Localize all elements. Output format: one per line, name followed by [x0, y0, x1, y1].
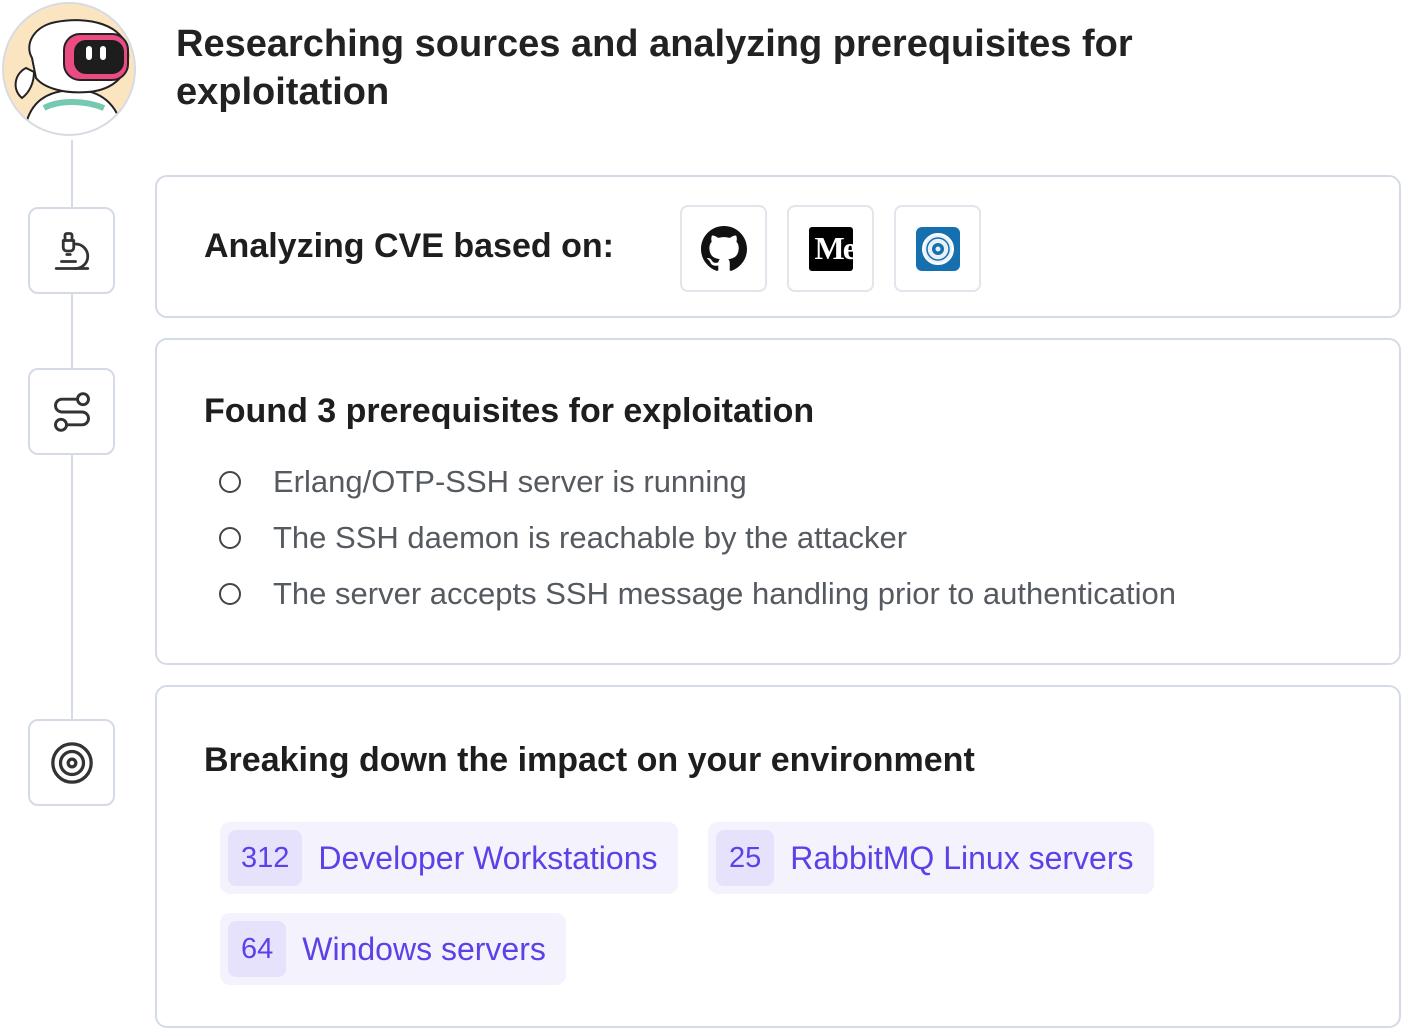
prerequisite-item: The SSH daemon is reachable by the attac… [219, 520, 907, 556]
prerequisites-heading: Found 3 prerequisites for exploitation [204, 392, 815, 430]
medium-icon: Me [808, 226, 853, 271]
impact-label: Developer Workstations [318, 839, 658, 876]
impact-count: 312 [228, 830, 303, 886]
impact-count: 64 [228, 921, 287, 977]
github-icon [700, 225, 747, 271]
empty-circle-icon [219, 471, 241, 493]
robot-mascot-icon [4, 4, 134, 134]
impact-heading: Breaking down the impact on your environ… [204, 741, 975, 779]
step-analyze-icon-box [28, 207, 115, 294]
prerequisites-card: Found 3 prerequisites for exploitation E… [155, 338, 1401, 665]
prerequisite-text: Erlang/OTP-SSH server is running [273, 464, 747, 499]
source-cve[interactable] [894, 205, 981, 292]
agent-avatar [2, 2, 136, 136]
target-icon [50, 741, 93, 784]
cve-seal-icon [915, 226, 960, 271]
impact-chip-developer-workstations[interactable]: 312 Developer Workstations [220, 822, 678, 894]
empty-circle-icon [219, 583, 241, 605]
medium-glyph: Me [814, 230, 853, 266]
prerequisite-item: Erlang/OTP-SSH server is running [219, 464, 747, 500]
source-github[interactable] [680, 205, 767, 292]
step-prerequisites-icon-box [28, 368, 115, 455]
impact-card: Breaking down the impact on your environ… [155, 685, 1401, 1028]
impact-label: Windows servers [302, 930, 546, 967]
empty-circle-icon [219, 527, 241, 549]
route-icon [53, 391, 90, 432]
impact-chip-windows-servers[interactable]: 64 Windows servers [220, 913, 566, 985]
analyze-card: Analyzing CVE based on: Me [155, 175, 1401, 318]
impact-label: RabbitMQ Linux servers [790, 839, 1134, 876]
step-impact-icon-box [28, 719, 115, 806]
page-title: Researching sources and analyzing prereq… [176, 23, 1133, 113]
prerequisite-item: The server accepts SSH message handling … [219, 576, 1176, 612]
analyze-heading: Analyzing CVE based on: [204, 227, 614, 265]
prerequisite-text: The SSH daemon is reachable by the attac… [273, 520, 908, 555]
microscope-icon [54, 231, 89, 270]
impact-chip-rabbitmq-servers[interactable]: 25 RabbitMQ Linux servers [708, 822, 1154, 894]
prerequisite-text: The server accepts SSH message handling … [273, 576, 1176, 611]
source-medium[interactable]: Me [787, 205, 874, 292]
impact-count: 25 [716, 830, 775, 886]
